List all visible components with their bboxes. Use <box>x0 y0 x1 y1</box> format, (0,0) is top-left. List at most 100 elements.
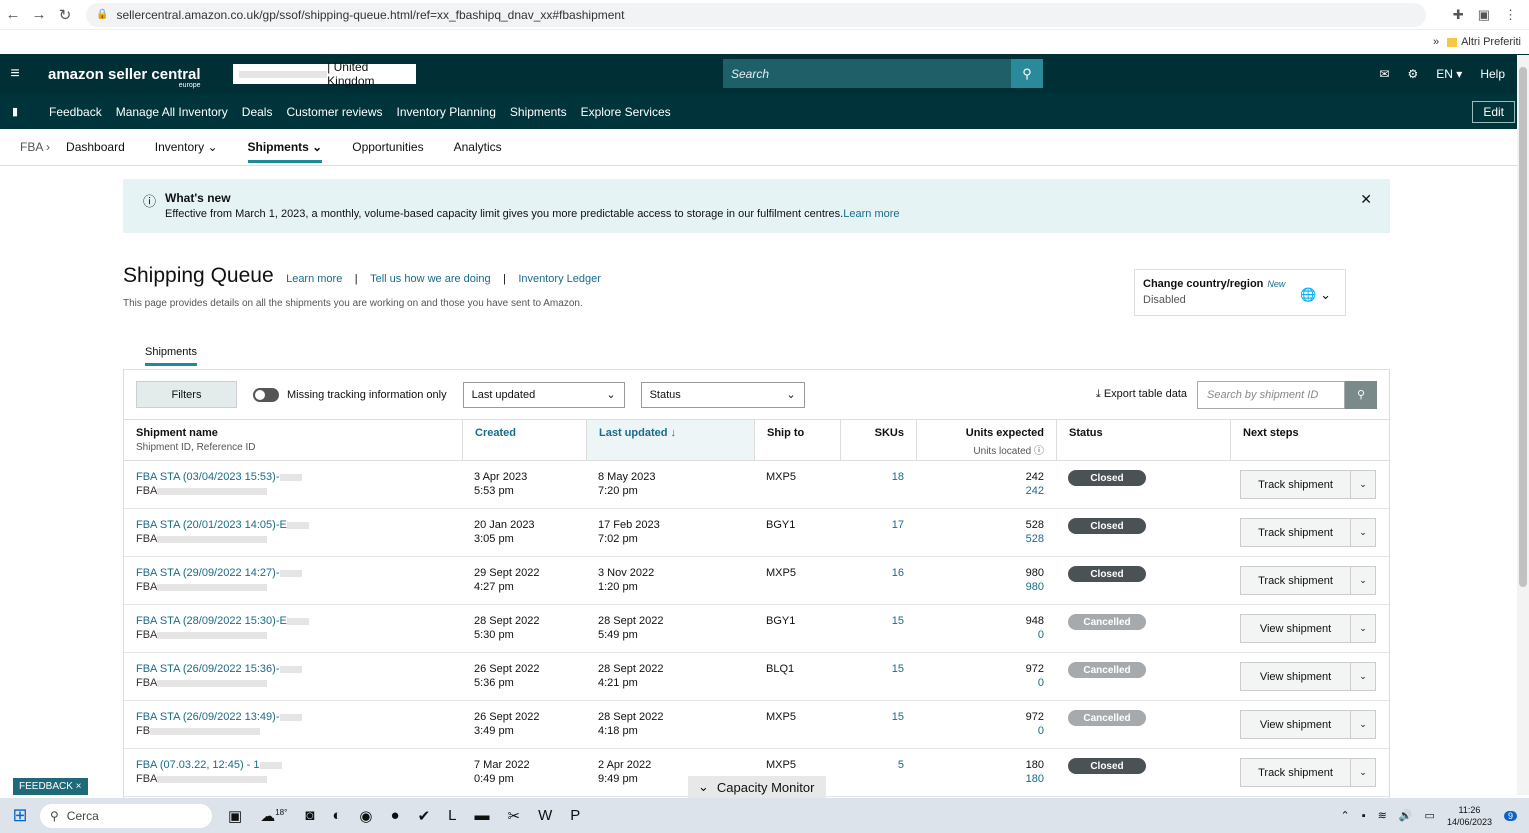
bookmark-folder[interactable]: Altri Preferiti <box>1447 36 1521 48</box>
nav-inventory-planning[interactable]: Inventory Planning <box>397 105 496 119</box>
chevron-down-icon[interactable]: ⌄ <box>1351 711 1375 738</box>
app-l-icon[interactable]: L <box>448 807 456 825</box>
edge-icon[interactable]: ◐ <box>332 807 341 825</box>
bookmark-icon[interactable]: ▮ <box>0 105 30 118</box>
next-step-button[interactable]: View shipment ⌄ <box>1240 710 1376 739</box>
feedback-widget[interactable]: FEEDBACK × <box>13 778 88 795</box>
tab-inventory[interactable]: Inventory ⌄ <box>155 140 218 154</box>
windows-start-icon[interactable]: ⊞ <box>0 805 40 826</box>
tab-shipments-list[interactable]: Shipments <box>145 346 197 366</box>
missing-tracking-toggle[interactable] <box>253 387 279 402</box>
back-icon[interactable]: ← <box>0 6 26 23</box>
todo-icon[interactable]: ✔ <box>418 807 431 825</box>
nav-explore-services[interactable]: Explore Services <box>581 105 671 119</box>
action-label[interactable]: View shipment <box>1241 663 1351 690</box>
tray-app-icon[interactable]: ▪ <box>1362 810 1366 822</box>
shipment-search-button[interactable]: ⚲ <box>1345 380 1377 409</box>
forward-icon[interactable]: → <box>26 6 52 23</box>
help-link[interactable]: Help <box>1480 67 1505 81</box>
skus-link[interactable]: 15 <box>844 662 904 676</box>
action-label[interactable]: View shipment <box>1241 711 1351 738</box>
col-shipment-name[interactable]: Shipment name Shipment ID, Reference ID <box>136 420 456 460</box>
skus-link[interactable]: 15 <box>844 614 904 628</box>
chrome-icon[interactable]: ◉ <box>359 807 372 825</box>
feedback-link[interactable]: Tell us how we are doing <box>370 273 490 285</box>
shipment-name-link[interactable]: FBA STA (26/09/2022 13:49)- <box>136 710 302 724</box>
nav-deals[interactable]: Deals <box>242 105 273 119</box>
nav-customer-reviews[interactable]: Customer reviews <box>286 105 382 119</box>
marketplace-switcher[interactable]: | United Kingdom <box>232 60 416 88</box>
inventory-ledger-link[interactable]: Inventory Ledger <box>518 273 601 285</box>
chevron-down-icon[interactable]: ⌄ <box>1351 615 1375 642</box>
banner-learn-more-link[interactable]: Learn more <box>843 208 899 220</box>
address-bar[interactable]: 🔒 sellercentral.amazon.co.uk/gp/ssof/shi… <box>86 2 1426 27</box>
next-step-button[interactable]: View shipment ⌄ <box>1240 662 1376 691</box>
filters-button[interactable]: Filters <box>136 381 237 408</box>
sidepanel-icon[interactable]: ▣ <box>1478 7 1490 23</box>
next-step-button[interactable]: Track shipment ⌄ <box>1240 518 1376 547</box>
status-select[interactable]: Status ⌄ <box>640 381 805 408</box>
country-region-selector[interactable]: Change country/region New Disabled 🌐 ⌄ <box>1134 269 1346 316</box>
action-label[interactable]: Track shipment <box>1241 519 1351 546</box>
word-icon[interactable]: W <box>538 807 552 825</box>
learn-more-link[interactable]: Learn more <box>286 273 342 285</box>
shipment-name-link[interactable]: FBA STA (20/01/2023 14:05)-E <box>136 518 309 532</box>
nav-shipments[interactable]: Shipments <box>510 105 567 119</box>
nav-feedback[interactable]: Feedback <box>49 105 102 119</box>
skus-link[interactable]: 5 <box>844 758 904 772</box>
reload-icon[interactable]: ↻ <box>52 6 78 24</box>
export-button[interactable]: ⤓ Export table data <box>1096 388 1187 401</box>
tab-dashboard[interactable]: Dashboard <box>66 140 125 154</box>
action-label[interactable]: View shipment <box>1241 615 1351 642</box>
global-search-button[interactable]: ⚲ <box>1011 59 1043 88</box>
tab-shipments[interactable]: Shipments ⌄ <box>247 132 323 163</box>
nav-manage-inventory[interactable]: Manage All Inventory <box>116 105 228 119</box>
chevron-down-icon[interactable]: ⌄ <box>1351 519 1375 546</box>
chevron-down-icon[interactable]: ⌄ <box>1351 567 1375 594</box>
wifi-icon[interactable]: ≋ <box>1378 809 1387 822</box>
task-view-icon[interactable]: ▣ <box>228 807 242 825</box>
next-step-button[interactable]: View shipment ⌄ <box>1240 614 1376 643</box>
skus-link[interactable]: 15 <box>844 710 904 724</box>
snipping-tool-icon[interactable]: ✂ <box>508 807 521 825</box>
shipment-search-input[interactable]: Search by shipment ID <box>1197 380 1345 409</box>
action-label[interactable]: Track shipment <box>1241 759 1351 786</box>
sort-select[interactable]: Last updated ⌄ <box>462 381 625 408</box>
tab-analytics[interactable]: Analytics <box>454 140 502 154</box>
next-step-button[interactable]: Track shipment ⌄ <box>1240 758 1376 787</box>
weather-icon[interactable]: ☁18° <box>260 807 287 825</box>
chevron-double-icon[interactable]: » <box>1433 36 1439 48</box>
clock[interactable]: 11:26 14/06/2023 <box>1447 804 1492 828</box>
extensions-icon[interactable]: ✚ <box>1453 7 1464 23</box>
action-label[interactable]: Track shipment <box>1241 471 1351 498</box>
capacity-monitor-tab[interactable]: ⌄ Capacity Monitor <box>688 776 826 798</box>
shipment-name-link[interactable]: FBA STA (26/09/2022 15:36)- <box>136 662 302 676</box>
skus-link[interactable]: 17 <box>844 518 904 532</box>
next-step-button[interactable]: Track shipment ⌄ <box>1240 470 1376 499</box>
next-step-button[interactable]: Track shipment ⌄ <box>1240 566 1376 595</box>
menu-dots-icon[interactable]: ⋮ <box>1504 7 1517 23</box>
seller-central-logo[interactable]: amazon seller central europe <box>48 66 201 89</box>
shipment-name-link[interactable]: FBA STA (03/04/2023 15:53)- <box>136 470 302 484</box>
file-explorer-icon[interactable]: ▬ <box>475 807 490 825</box>
col-created[interactable]: Created <box>462 420 586 460</box>
powerpoint-icon[interactable]: P <box>570 807 580 825</box>
language-selector[interactable]: EN ▾ <box>1436 67 1462 81</box>
skus-link[interactable]: 18 <box>844 470 904 484</box>
shipment-name-link[interactable]: FBA (07.03.22, 12:45) - 1 <box>136 758 282 772</box>
taskbar-search[interactable]: ⚲ Cerca <box>40 803 212 828</box>
breadcrumb-root[interactable]: FBA › <box>20 140 50 154</box>
shipment-name-link[interactable]: FBA STA (29/09/2022 14:27)- <box>136 566 302 580</box>
page-scrollbar[interactable] <box>1517 55 1529 795</box>
mail-icon[interactable]: ✉ <box>1379 67 1389 81</box>
shipment-name-link[interactable]: FBA STA (28/09/2022 15:30)-E <box>136 614 309 628</box>
chat-icon[interactable]: ◙ <box>305 807 314 825</box>
close-icon[interactable]: ✕ <box>1360 191 1372 208</box>
chevron-down-icon[interactable]: ⌄ <box>1351 663 1375 690</box>
chevron-down-icon[interactable]: ⌄ <box>1351 471 1375 498</box>
volume-icon[interactable]: 🔊 <box>1399 809 1413 822</box>
firefox-icon[interactable]: ● <box>391 807 400 825</box>
global-search-input[interactable]: Search <box>723 59 1013 88</box>
edit-button[interactable]: Edit <box>1472 100 1515 123</box>
gear-icon[interactable]: ⚙ <box>1408 67 1419 81</box>
